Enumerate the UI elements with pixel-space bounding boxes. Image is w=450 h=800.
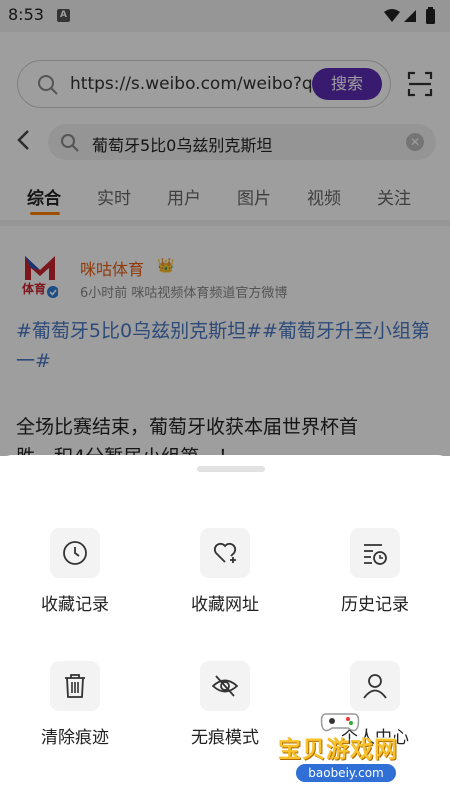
menu-item-bookmark-url[interactable]: 收藏网址 <box>165 528 285 628</box>
menu-label: 历史记录 <box>341 595 409 615</box>
trash-icon <box>65 674 85 698</box>
heart-plus-icon <box>213 542 237 563</box>
sheet-handle[interactable] <box>197 466 265 472</box>
clock-icon <box>63 541 87 565</box>
eye-off-icon <box>212 675 238 697</box>
watermark-logo: 宝贝游戏网 baobeiy.com <box>272 702 422 792</box>
menu-label: 收藏网址 <box>191 595 259 615</box>
dim-overlay[interactable] <box>0 0 450 456</box>
user-icon <box>363 674 387 699</box>
menu-item-history[interactable]: 历史记录 <box>315 528 435 628</box>
menu-label: 收藏记录 <box>41 595 109 615</box>
watermark-text: 宝贝游戏网 <box>278 737 398 763</box>
menu-label: 清除痕迹 <box>41 728 109 748</box>
menu-item-incognito[interactable]: 无痕模式 <box>165 661 285 761</box>
history-list-icon <box>364 544 387 565</box>
watermark-url: baobeiy.com <box>296 764 396 782</box>
menu-item-clear-traces[interactable]: 清除痕迹 <box>15 661 135 761</box>
menu-label: 无痕模式 <box>191 728 259 748</box>
menu-item-bookmarks[interactable]: 收藏记录 <box>15 528 135 628</box>
